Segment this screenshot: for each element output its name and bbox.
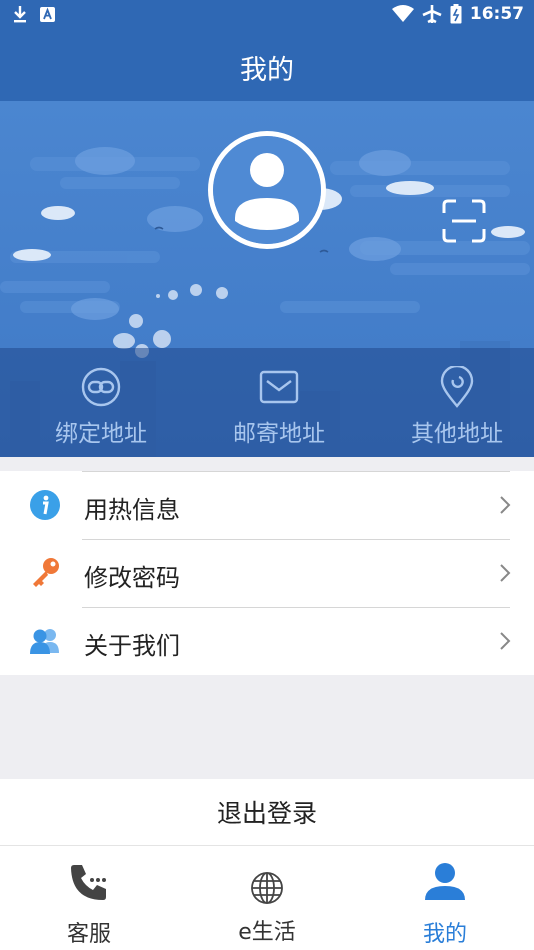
chevron-right-icon [498,493,512,517]
page-title: 我的 [240,55,294,86]
bind-address-button[interactable]: 绑定地址 [24,348,178,457]
mail-address-button[interactable]: 邮寄地址 [202,348,356,457]
info-icon [28,488,62,522]
tab-customer-service[interactable]: 客服 [29,860,149,948]
other-address-button[interactable]: 其他地址 [380,348,534,457]
menu-item-change-password[interactable]: 修改密码 [0,539,534,607]
link-icon [80,366,122,408]
menu-item-label: 关于我们 [84,632,180,660]
user-icon [423,860,467,904]
battery-icon [450,4,462,24]
globe-icon [245,866,289,910]
divider [82,471,510,472]
phone-icon [67,860,111,904]
bind-address-label: 绑定地址 [55,421,147,447]
address-shortcuts: 绑定地址 邮寄地址 其他地址 [0,348,534,457]
location-pin-icon [436,366,478,408]
menu-item-label: 用热信息 [84,496,180,524]
mail-icon [258,366,300,408]
chevron-right-icon [498,629,512,653]
divider [82,607,510,608]
download-icon [12,5,28,23]
mail-address-label: 邮寄地址 [233,421,325,447]
settings-menu: 用热信息 修改密码 关于我们 [0,471,534,675]
key-icon [28,556,62,590]
menu-item-heat-info[interactable]: 用热信息 [0,471,534,539]
a-badge-icon [40,6,55,22]
user-avatar-icon[interactable] [208,131,326,249]
app-header: 我的 [0,30,534,101]
airplane-icon [422,4,442,24]
divider [82,539,510,540]
tab-label: 客服 [66,922,111,947]
clock: 16:57 [469,4,524,24]
bottom-nav: 客服 e生活 我的 [0,845,534,950]
menu-item-about-us[interactable]: 关于我们 [0,607,534,675]
tab-mine[interactable]: 我的 [385,860,505,948]
logout-button[interactable]: 退出登录 [0,779,534,845]
other-address-label: 其他地址 [411,421,503,447]
tab-label: e生活 [238,920,296,945]
chevron-right-icon [498,561,512,585]
tab-label: 我的 [422,922,467,947]
wifi-icon [391,5,414,23]
status-bar: 16:57 [0,0,534,30]
profile-banner: 绑定地址 邮寄地址 其他地址 [0,101,534,457]
scan-icon[interactable] [442,199,486,243]
tab-e-life[interactable]: e生活 [207,866,327,946]
users-icon [28,624,62,658]
menu-item-label: 修改密码 [84,564,180,592]
